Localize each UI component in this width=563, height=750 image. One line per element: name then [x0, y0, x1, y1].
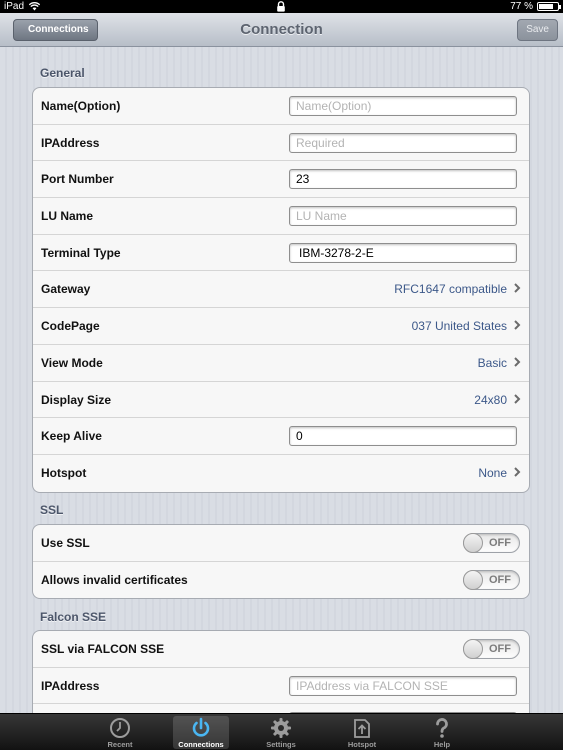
row-lu-name: LU Name: [33, 198, 529, 235]
settings-scroll-area[interactable]: General Name(Option) IPAddress Port Numb…: [0, 47, 563, 713]
section-title-falcon-sse: Falcon SSE: [40, 610, 107, 624]
lu-name-label: LU Name: [41, 209, 94, 224]
name-label: Name(Option): [41, 99, 121, 113]
gear-icon: [271, 718, 291, 738]
toggle-knob: [463, 569, 483, 590]
toggle-state: OFF: [489, 537, 511, 549]
row-ssl-via-falcon: SSL via FALCON SSE OFF: [33, 631, 529, 668]
row-name: Name(Option): [33, 88, 529, 125]
tab-connections[interactable]: Connections: [173, 716, 229, 749]
hotspot-icon: [354, 719, 370, 738]
toggle-knob: [463, 639, 483, 659]
question-icon: [436, 718, 448, 738]
display-size-label: Display Size: [41, 392, 112, 407]
page-title: Connection: [240, 21, 323, 38]
terminal-type-label: Terminal Type: [41, 245, 121, 260]
device-name: iPad: [4, 1, 25, 12]
falcon-ipaddress-input[interactable]: [289, 675, 517, 696]
row-ipaddress: IPAddress: [33, 125, 529, 162]
hotspot-label: Hotspot: [41, 465, 87, 480]
row-keep-alive: Keep Alive: [33, 418, 529, 455]
use-ssl-toggle[interactable]: OFF: [463, 533, 520, 553]
wifi-icon: [29, 2, 41, 11]
power-icon: [192, 717, 210, 737]
view-mode-value: Basic: [477, 355, 507, 370]
row-gateway[interactable]: Gateway RFC1647 compatible: [33, 271, 529, 309]
section-title-general: General: [40, 66, 85, 80]
tab-label: Recent: [107, 740, 133, 749]
chevron-right-icon: [514, 393, 521, 404]
toggle-state: OFF: [489, 643, 511, 655]
tab-label: Connections: [178, 740, 224, 749]
lu-name-input[interactable]: [289, 206, 517, 227]
row-codepage[interactable]: CodePage 037 United States: [33, 308, 529, 345]
section-title-ssl: SSL: [40, 503, 64, 517]
save-button[interactable]: Save: [517, 19, 558, 41]
row-view-mode[interactable]: View Mode Basic: [33, 345, 529, 382]
row-hotspot[interactable]: Hotspot None: [33, 455, 529, 492]
row-display-size[interactable]: Display Size 24x80: [33, 382, 529, 419]
row-partial: [33, 704, 529, 713]
chevron-right-icon: [514, 467, 521, 477]
navigation-bar: Connections Connection Save: [0, 13, 563, 47]
status-bar: iPad 77 %: [0, 0, 563, 13]
tab-label: Settings: [266, 740, 296, 749]
ssl-group: Use SSL OFF Allows invalid certificates …: [32, 524, 530, 600]
tab-hotspot[interactable]: Hotspot: [334, 716, 390, 749]
codepage-label: CodePage: [41, 319, 100, 334]
keep-alive-input[interactable]: [289, 426, 517, 447]
row-port: Port Number: [33, 161, 529, 199]
chevron-right-icon: [514, 283, 521, 294]
invalid-certificates-label: Allows invalid certificates: [41, 572, 188, 587]
tab-bar: Recent Connections Settings Hotspot Help: [0, 713, 563, 750]
use-ssl-label: Use SSL: [41, 536, 90, 550]
ipaddress-label: IPAddress: [41, 135, 100, 150]
display-size-value: 24x80: [474, 392, 507, 407]
ssl-via-falcon-toggle[interactable]: OFF: [463, 639, 520, 659]
view-mode-label: View Mode: [41, 355, 103, 370]
row-falcon-ipaddress: IPAddress: [33, 668, 529, 705]
tab-label: Help: [433, 740, 451, 749]
falcon-ipaddress-label: IPAddress: [41, 678, 100, 693]
tab-recent[interactable]: Recent: [92, 716, 148, 749]
codepage-value: 037 United States: [411, 319, 507, 334]
terminal-type-input[interactable]: [289, 242, 517, 263]
name-input[interactable]: [289, 96, 517, 116]
tab-help[interactable]: Help: [414, 716, 470, 749]
toggle-knob: [463, 533, 483, 553]
row-invalid-certificates: Allows invalid certificates OFF: [33, 562, 529, 599]
invalid-certificates-toggle[interactable]: OFF: [463, 569, 520, 590]
clock-icon: [110, 718, 130, 738]
tab-label: Hotspot: [347, 740, 377, 749]
battery-percent: 77 %: [510, 1, 533, 12]
gateway-value: RFC1647 compatible: [394, 282, 507, 297]
row-use-ssl: Use SSL OFF: [33, 525, 529, 562]
hotspot-value: None: [478, 465, 507, 480]
lock-icon: [277, 1, 285, 12]
chevron-right-icon: [514, 357, 521, 367]
tab-settings[interactable]: Settings: [253, 716, 309, 749]
gateway-label: Gateway: [41, 282, 91, 297]
ssl-via-falcon-label: SSL via FALCON SSE: [41, 642, 165, 656]
falcon-sse-group: SSL via FALCON SSE OFF IPAddress: [32, 630, 530, 713]
keep-alive-label: Keep Alive: [41, 429, 102, 444]
port-input[interactable]: [289, 169, 517, 190]
general-group: Name(Option) IPAddress Port Number LU Na…: [32, 87, 530, 493]
ipaddress-input[interactable]: [289, 132, 517, 153]
battery-icon: [537, 2, 561, 11]
port-label: Port Number: [41, 172, 114, 187]
toggle-state: OFF: [489, 573, 511, 586]
row-terminal-type: Terminal Type: [33, 235, 529, 272]
chevron-right-icon: [514, 320, 521, 330]
